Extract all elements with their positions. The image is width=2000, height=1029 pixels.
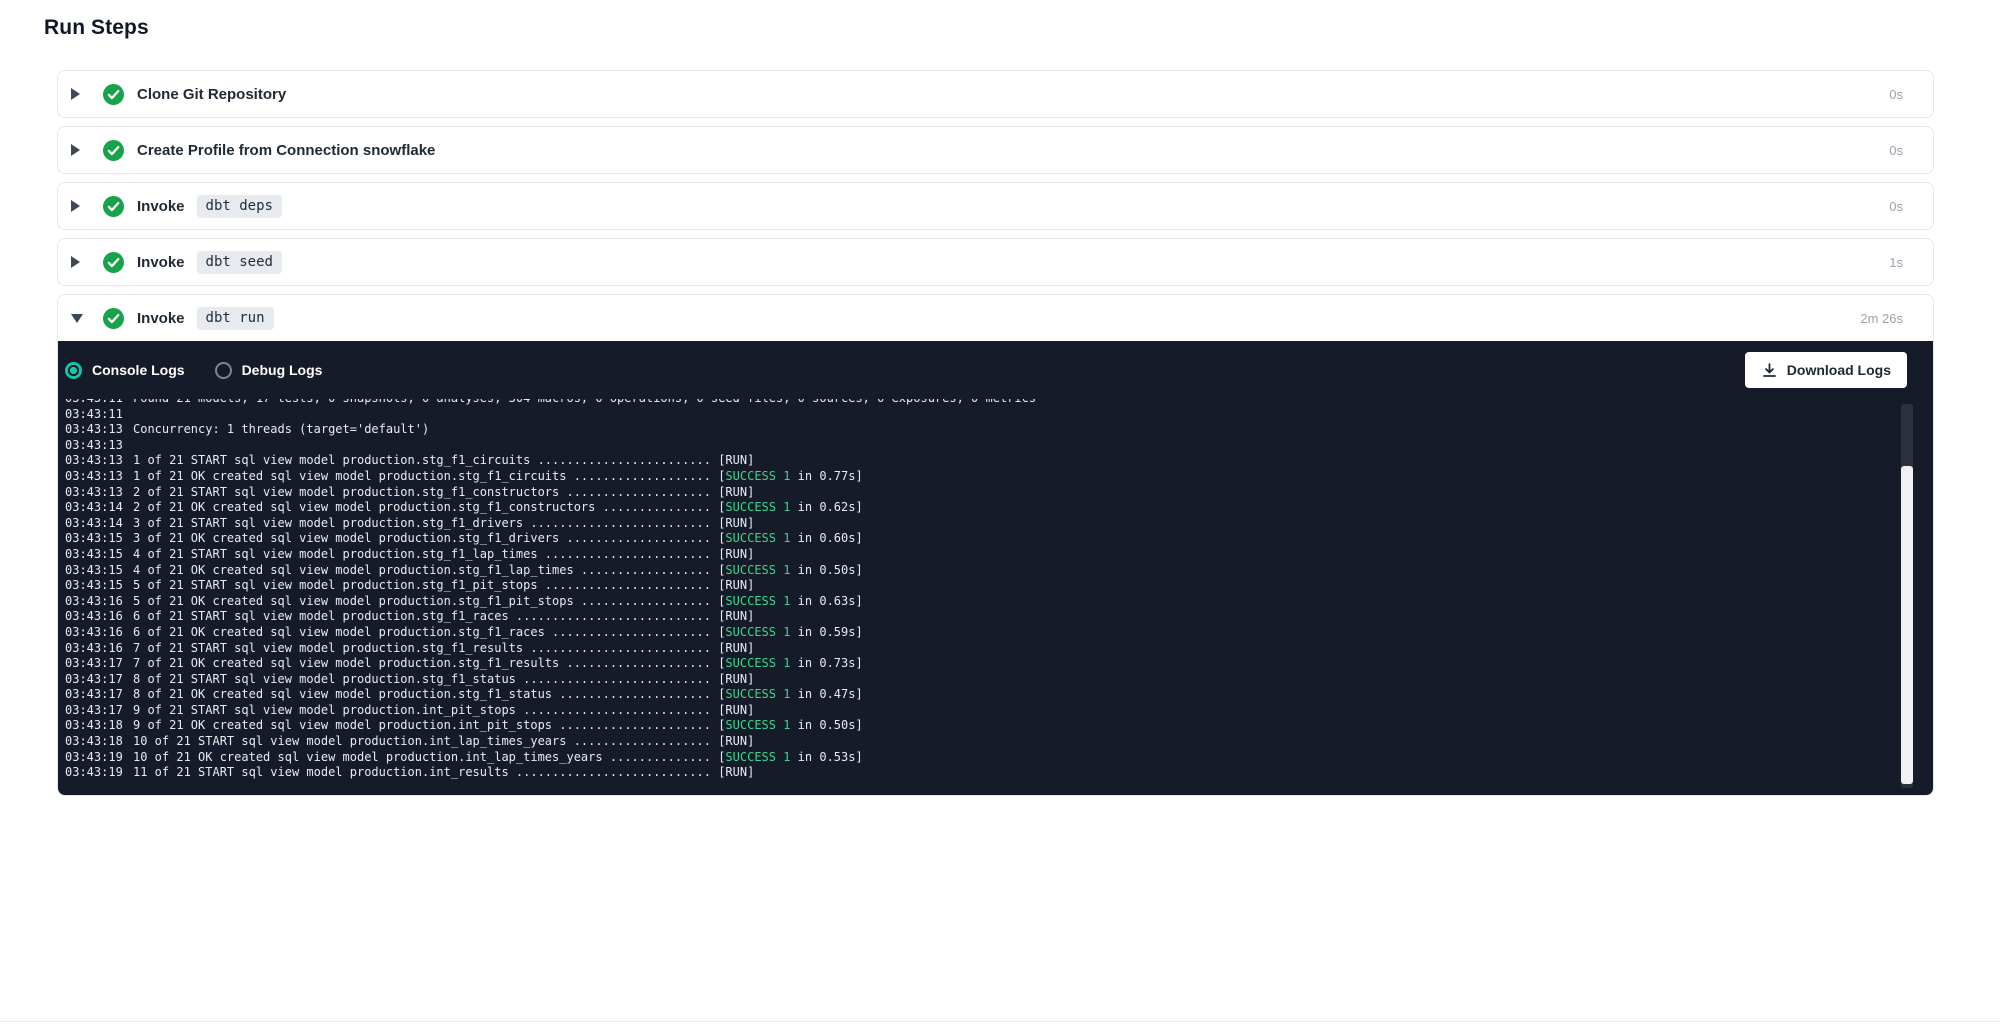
expand-caret-icon[interactable]: [71, 200, 87, 212]
step-duration: 0s: [1889, 87, 1903, 102]
expand-caret-icon[interactable]: [71, 88, 87, 100]
log-tab[interactable]: Debug Logs: [215, 362, 323, 379]
log-line: 03:43:13Concurrency: 1 threads (target='…: [65, 422, 1933, 438]
log-scrollbar-thumb[interactable]: [1901, 466, 1913, 784]
step-label: Create Profile from Connection snowflake: [137, 142, 435, 159]
radio-icon[interactable]: [215, 362, 232, 379]
log-line: 03:43:166 of 21 START sql view model pro…: [65, 609, 1933, 625]
log-tabs: Console Logs Debug Logs: [65, 362, 352, 379]
log-line: 03:43:178 of 21 START sql view model pro…: [65, 672, 1933, 688]
run-steps-list: Clone Git Repository 0s Create Profile f…: [57, 70, 1934, 796]
step-label: Invoke: [137, 310, 185, 327]
log-lines: 03:43:11Found 21 models, 17 tests, 0 sna…: [65, 399, 1933, 781]
expand-caret-icon[interactable]: [71, 256, 87, 268]
run-step-card: Create Profile from Connection snowflake…: [57, 126, 1934, 174]
log-line: 03:43:142 of 21 OK created sql view mode…: [65, 500, 1933, 516]
success-check-icon: [103, 140, 124, 161]
download-icon: [1761, 362, 1778, 379]
download-logs-button[interactable]: Download Logs: [1745, 352, 1907, 388]
log-line: 03:43:11: [65, 407, 1933, 423]
console-toolbar: Console Logs Debug Logs Download Logs: [58, 341, 1933, 399]
log-line: 03:43:13: [65, 438, 1933, 454]
log-line: 03:43:178 of 21 OK created sql view mode…: [65, 687, 1933, 703]
log-line: 03:43:155 of 21 START sql view model pro…: [65, 578, 1933, 594]
log-line: 03:43:131 of 21 OK created sql view mode…: [65, 469, 1933, 485]
step-label: Invoke: [137, 254, 185, 271]
console-panel: Console Logs Debug Logs Download Logs 03…: [58, 341, 1933, 795]
run-step-header[interactable]: Clone Git Repository 0s: [58, 71, 1933, 117]
log-line: 03:43:153 of 21 OK created sql view mode…: [65, 531, 1933, 547]
log-line: 03:43:179 of 21 START sql view model pro…: [65, 703, 1933, 719]
step-duration: 2m 26s: [1860, 311, 1903, 326]
log-line: 03:43:1810 of 21 START sql view model pr…: [65, 734, 1933, 750]
step-duration: 0s: [1889, 143, 1903, 158]
run-step-header[interactable]: Invoke dbt deps 0s: [58, 183, 1933, 229]
success-check-icon: [103, 196, 124, 217]
step-command-pill: dbt deps: [197, 195, 282, 218]
step-duration: 0s: [1889, 199, 1903, 214]
success-check-icon: [103, 308, 124, 329]
radio-icon[interactable]: [65, 362, 82, 379]
step-command-pill: dbt run: [197, 307, 274, 330]
log-line: 03:43:11Found 21 models, 17 tests, 0 sna…: [65, 399, 1933, 407]
log-tab[interactable]: Console Logs: [65, 362, 185, 379]
log-line: 03:43:143 of 21 START sql view model pro…: [65, 516, 1933, 532]
log-line: 03:43:165 of 21 OK created sql view mode…: [65, 594, 1933, 610]
log-line: 03:43:1911 of 21 START sql view model pr…: [65, 765, 1933, 781]
log-tab-label: Debug Logs: [242, 362, 323, 378]
log-line: 03:43:154 of 21 OK created sql view mode…: [65, 563, 1933, 579]
section-divider: [0, 1021, 2000, 1022]
step-command-pill: dbt seed: [197, 251, 282, 274]
log-line: 03:43:167 of 21 START sql view model pro…: [65, 641, 1933, 657]
step-duration: 1s: [1889, 255, 1903, 270]
step-label: Invoke: [137, 198, 185, 215]
expand-caret-icon[interactable]: [71, 314, 87, 323]
log-line: 03:43:189 of 21 OK created sql view mode…: [65, 718, 1933, 734]
log-line: 03:43:154 of 21 START sql view model pro…: [65, 547, 1933, 563]
log-line: 03:43:1910 of 21 OK created sql view mod…: [65, 750, 1933, 766]
expand-caret-icon[interactable]: [71, 144, 87, 156]
run-step-card: Invoke dbt run 2m 26s Console Logs Debug…: [57, 294, 1934, 796]
run-step-header[interactable]: Invoke dbt run 2m 26s: [58, 295, 1933, 341]
run-step-card: Clone Git Repository 0s: [57, 70, 1934, 118]
success-check-icon: [103, 84, 124, 105]
page-title: Run Steps: [44, 16, 2000, 40]
log-line: 03:43:166 of 21 OK created sql view mode…: [65, 625, 1933, 641]
run-step-card: Invoke dbt seed 1s: [57, 238, 1934, 286]
log-line: 03:43:177 of 21 OK created sql view mode…: [65, 656, 1933, 672]
download-logs-label: Download Logs: [1787, 362, 1891, 378]
success-check-icon: [103, 252, 124, 273]
run-step-header[interactable]: Create Profile from Connection snowflake…: [58, 127, 1933, 173]
step-label: Clone Git Repository: [137, 86, 286, 103]
log-scrollbar-track[interactable]: [1901, 404, 1913, 788]
page-header: Run Steps: [0, 0, 2000, 40]
console-log-viewport[interactable]: 03:43:11Found 21 models, 17 tests, 0 sna…: [58, 399, 1933, 795]
log-line: 03:43:131 of 21 START sql view model pro…: [65, 453, 1933, 469]
run-step-header[interactable]: Invoke dbt seed 1s: [58, 239, 1933, 285]
run-step-card: Invoke dbt deps 0s: [57, 182, 1934, 230]
log-line: 03:43:132 of 21 START sql view model pro…: [65, 485, 1933, 501]
log-tab-label: Console Logs: [92, 362, 185, 378]
